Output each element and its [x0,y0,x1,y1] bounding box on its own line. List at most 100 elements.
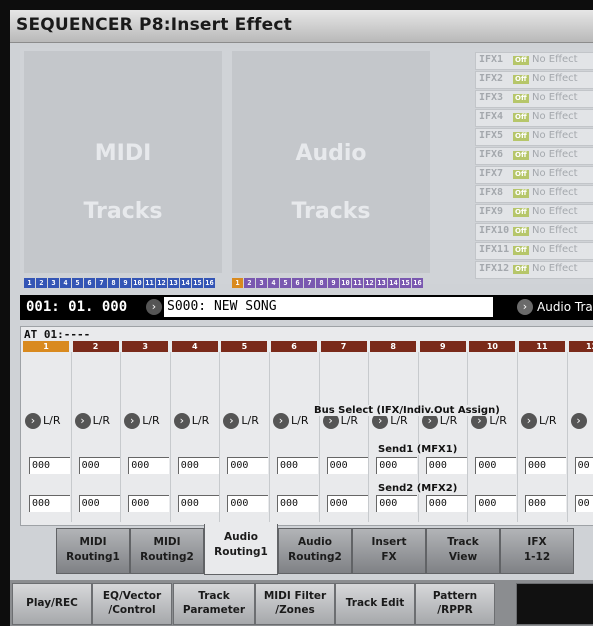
audio-tracks-overview[interactable]: Audio Tracks [232,51,430,273]
song-select-field[interactable]: S000: NEW SONG [164,297,493,317]
column-header[interactable]: 6 [271,341,317,352]
bus-select[interactable]: › L/R [23,411,69,431]
column-divider [120,352,122,522]
send1-field[interactable]: 00 [574,457,593,474]
send2-field[interactable]: 000 [177,495,219,512]
bus-select[interactable]: › L/R [172,411,218,431]
send1-title: Send1 (MFX1) [377,444,459,455]
send2-field[interactable]: 000 [425,495,467,512]
midi-tracks-overview[interactable]: MIDI Tracks [24,51,222,273]
ifx-slot[interactable]: IFX11 Off No Effect [475,242,593,260]
column-header[interactable]: 4 [171,341,218,352]
send1-field[interactable]: 000 [128,457,170,474]
ifx-slot-name: IFX1 [479,54,504,65]
ifx-slot[interactable]: IFX6 Off No Effect [475,147,593,165]
locate-position[interactable]: 001: 01. 000 [26,299,127,315]
page-tab[interactable]: Audio Routing1 [204,524,278,575]
column-header[interactable]: 8 [370,341,417,352]
page-tab[interactable]: Insert FX [352,528,426,574]
ifx-effect-name: No Effect [532,187,578,198]
column-header[interactable]: 12 [568,341,593,352]
page-tab[interactable]: MIDI Routing1 [56,528,130,574]
bus-select[interactable]: › L/R [271,411,317,431]
send1-field[interactable]: 000 [227,457,269,474]
ifx-slot[interactable]: IFX2 Off No Effect [475,71,593,89]
page-tab[interactable]: Audio Routing2 [278,528,352,574]
send1-field[interactable]: 000 [177,457,219,474]
send2-field[interactable]: 00 [574,495,593,512]
bus-select-arrow-icon[interactable]: › [74,413,91,429]
mode-tab[interactable]: EQ/Vector /Control [92,583,172,625]
mode-tab[interactable]: Track Edit [335,583,415,625]
page-tab[interactable]: IFX 1-12 [500,528,574,574]
page-tab-label: IFX 1-12 [523,536,551,563]
ifx-slot[interactable]: IFX1 Off No Effect [475,52,593,70]
ifx-slot[interactable]: IFX5 Off No Effect [475,128,593,146]
ifx-slot[interactable]: IFX4 Off No Effect [475,109,593,127]
title-bar: SEQUENCER P8:Insert Effect [10,10,593,43]
mode-tab[interactable]: Pattern /RPPR [415,583,495,625]
page-tab[interactable]: Track View [426,528,500,574]
column-header[interactable]: 9 [419,341,466,352]
send2-field[interactable]: 000 [376,495,418,512]
send1-field[interactable]: 000 [29,457,70,474]
ifx-slot[interactable]: IFX12 Off No Effect [475,261,593,279]
bus-select-arrow-icon[interactable]: › [173,413,190,429]
column-header[interactable]: 3 [122,341,169,352]
send2-field[interactable]: 000 [326,495,368,512]
send2-field[interactable]: 000 [227,495,269,512]
column-header[interactable]: 10 [469,341,516,352]
send1-field[interactable]: 000 [525,457,566,474]
ifx-slot-name: IFX6 [479,149,504,160]
locate-bar: 001: 01. 000 › S000: NEW SONG › Audio Tr… [20,295,593,320]
audio-track-arrow-icon[interactable]: › [517,299,533,315]
bus-select[interactable]: › L/R [221,411,267,431]
column-header[interactable]: 5 [221,341,268,352]
bus-select-arrow-icon[interactable]: › [223,413,240,429]
ifx-slot[interactable]: IFX10 Off No Effect [475,223,593,241]
bus-select-arrow-icon[interactable]: › [273,413,289,429]
column-header[interactable]: 1 [23,341,69,352]
bus-select[interactable]: › L/R [519,411,565,431]
mode-tab[interactable]: Play/REC [12,583,92,625]
send2-field[interactable]: 000 [525,495,566,512]
song-select-arrow-icon[interactable]: › [146,299,162,315]
audio-track-button[interactable]: Audio Trac [537,300,593,314]
bus-select-value: L/R [539,414,557,427]
current-track-label: AT 01:---- [24,328,91,341]
mode-tab[interactable]: Track Parameter [173,583,255,625]
ifx-off-badge: Off [513,208,529,217]
send2-field[interactable]: 000 [78,495,120,512]
column-divider [566,352,568,522]
send1-field[interactable]: 000 [277,457,318,474]
ifx-slot[interactable]: IFX8 Off No Effect [475,185,593,203]
mode-tab-label: MIDI Filter /Zones [263,590,327,616]
ifx-slot[interactable]: IFX3 Off No Effect [475,90,593,108]
bus-select-arrow-icon[interactable]: › [570,413,587,429]
mode-tab[interactable]: MIDI Filter /Zones [255,583,335,625]
send1-field[interactable]: 000 [78,457,120,474]
send2-field[interactable]: 000 [277,495,318,512]
page-tab[interactable]: MIDI Routing2 [130,528,204,574]
mode-tab[interactable] [516,583,593,625]
column-header[interactable]: 7 [320,341,367,352]
bus-select-arrow-icon[interactable]: › [25,413,41,429]
column-header[interactable]: 11 [519,341,565,352]
bus-select[interactable]: › [569,411,593,431]
send2-field[interactable]: 000 [475,495,517,512]
midi-track-indicator: 2 [36,278,47,288]
column-header[interactable]: 2 [72,341,119,352]
send1-field[interactable]: 000 [475,457,517,474]
midi-track-indicator: 12 [156,278,167,288]
send1-field[interactable]: 000 [376,457,418,474]
send1-field[interactable]: 000 [326,457,368,474]
ifx-slot[interactable]: IFX9 Off No Effect [475,204,593,222]
bus-select-arrow-icon[interactable]: › [124,413,141,429]
send2-field[interactable]: 000 [128,495,170,512]
send1-field[interactable]: 000 [425,457,467,474]
bus-select[interactable]: › L/R [122,411,168,431]
bus-select[interactable]: › L/R [73,411,119,431]
ifx-slot[interactable]: IFX7 Off No Effect [475,166,593,184]
bus-select-arrow-icon[interactable]: › [521,413,537,429]
send2-field[interactable]: 000 [29,495,70,512]
